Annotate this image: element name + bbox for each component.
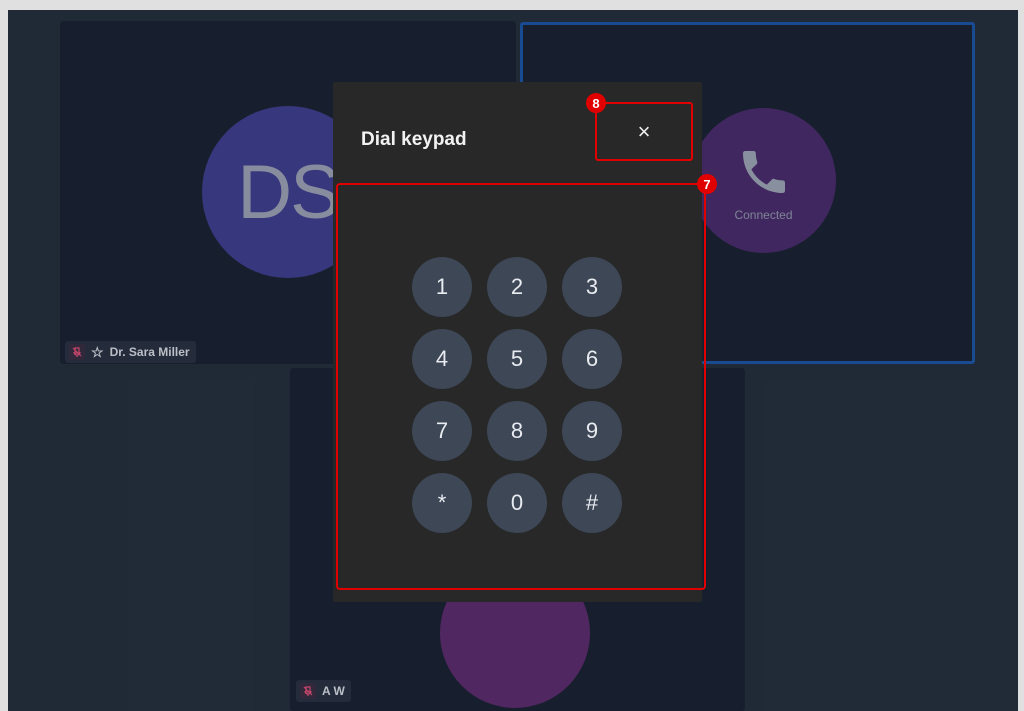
keypad-grid: 1 2 3 4 5 6 7 8 9 * 0 # — [412, 257, 626, 533]
keypad-key-star[interactable]: * — [412, 473, 472, 533]
annotation-badge: 8 — [586, 93, 606, 113]
dialog-title: Dial keypad — [361, 129, 467, 150]
keypad-key-0[interactable]: 0 — [487, 473, 547, 533]
keypad-key-2[interactable]: 2 — [487, 257, 547, 317]
keypad: 1 2 3 4 5 6 7 8 9 * 0 # — [336, 183, 706, 590]
keypad-key-6[interactable]: 6 — [562, 329, 622, 389]
close-icon: × — [637, 118, 651, 144]
keypad-key-8[interactable]: 8 — [487, 401, 547, 461]
annotation-badge: 7 — [697, 174, 717, 194]
keypad-key-4[interactable]: 4 — [412, 329, 472, 389]
close-button[interactable]: × — [595, 102, 693, 161]
keypad-key-3[interactable]: 3 — [562, 257, 622, 317]
keypad-key-5[interactable]: 5 — [487, 329, 547, 389]
keypad-key-1[interactable]: 1 — [412, 257, 472, 317]
dial-keypad-dialog: Dial keypad × 1 2 3 4 5 6 7 8 9 * 0 # — [333, 82, 706, 602]
keypad-key-9[interactable]: 9 — [562, 401, 622, 461]
keypad-key-hash[interactable]: # — [562, 473, 622, 533]
keypad-key-7[interactable]: 7 — [412, 401, 472, 461]
